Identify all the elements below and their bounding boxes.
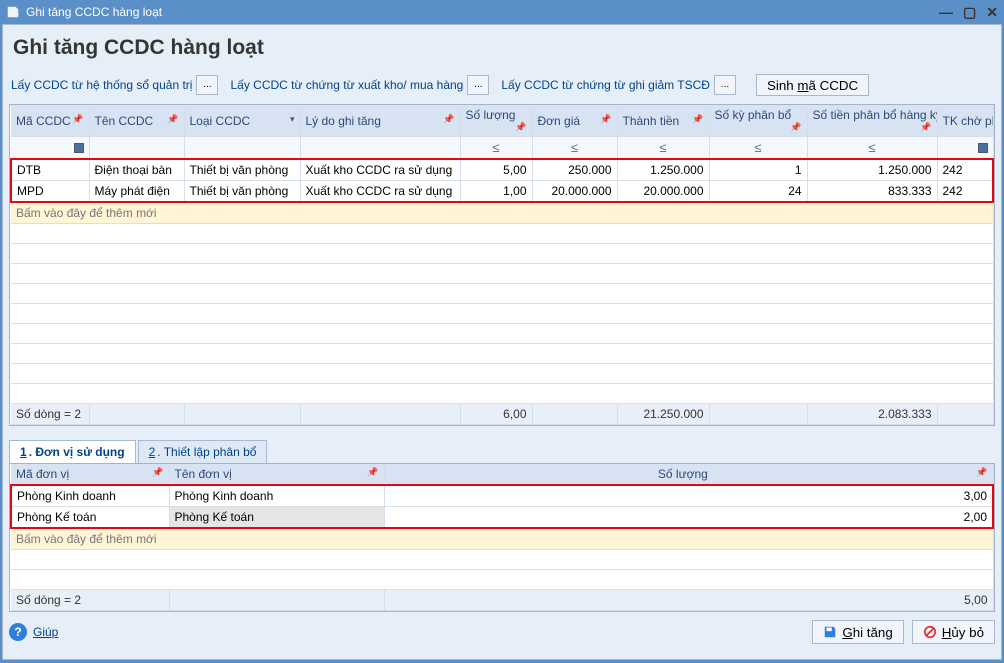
col-unit-qty[interactable]: Số lượng📌	[384, 464, 993, 485]
detail-highlight: Phòng Kinh doanhPhòng Kinh doanh3,00 Phò…	[11, 485, 993, 528]
col-qty[interactable]: Số lượng📌	[460, 105, 532, 137]
col-unit-name[interactable]: Tên đơn vị📌	[169, 464, 384, 485]
col-code[interactable]: Mã CCDC📌	[11, 105, 89, 137]
tab-allocation[interactable]: 2. Thiết lập phân bổ	[138, 440, 268, 463]
save-button[interactable]: Ghi tăng	[812, 620, 903, 644]
minimize-button[interactable]: —	[939, 4, 953, 21]
save-icon	[823, 625, 837, 639]
detail-grid: Mã đơn vị📌 Tên đơn vị📌 Số lượng📌 Phòng K…	[9, 463, 995, 612]
col-periods[interactable]: Số kỳ phân bổ📌	[709, 105, 807, 137]
maximize-button[interactable]: ▢	[963, 4, 976, 21]
summary-row: Số dòng = 25,00	[11, 590, 993, 611]
summary-row: Số dòng = 2 6,0021.250.000 2.083.333	[11, 404, 993, 425]
col-name[interactable]: Tên CCDC📌	[89, 105, 184, 137]
cancel-button[interactable]: Hủy bỏ	[912, 620, 995, 644]
page-title: Ghi tăng CCDC hàng loạt	[9, 30, 995, 74]
new-row[interactable]: Bấm vào đây để thêm mới	[11, 528, 993, 550]
help-link[interactable]: Giúp	[33, 625, 58, 639]
col-amount[interactable]: Thành tiền📌	[617, 105, 709, 137]
header-row: Mã CCDC📌 Tên CCDC📌 Loại CCDC▾ Lý do ghi …	[11, 105, 993, 137]
table-row[interactable]: DTBĐiện thoại bànThiết bị văn phòngXuất …	[11, 159, 993, 181]
link-from-voucher[interactable]: Lấy CCDC từ chứng từ xuất kho/ mua hàng	[230, 78, 463, 92]
filter-check-icon[interactable]	[74, 143, 84, 153]
table-row[interactable]: Phòng Kế toánPhòng Kế toán2,00	[11, 507, 993, 529]
link-from-decrease[interactable]: Lấy CCDC từ chứng từ ghi giảm TSCĐ	[501, 78, 710, 92]
tab-units[interactable]: 1. Đơn vị sử dụng	[9, 440, 136, 463]
browse-button-3[interactable]: ...	[714, 75, 736, 95]
data-region-highlight: DTBĐiện thoại bànThiết bị văn phòngXuất …	[11, 159, 993, 202]
browse-button-2[interactable]: ...	[467, 75, 489, 95]
main-grid: Mã CCDC📌 Tên CCDC📌 Loại CCDC▾ Lý do ghi …	[9, 104, 995, 426]
col-acct[interactable]: TK chờ phân bổ	[937, 105, 993, 137]
col-alloc[interactable]: Số tiền phân bổ hàng kỳ📌	[807, 105, 937, 137]
new-row[interactable]: Bấm vào đây để thêm mới	[11, 202, 993, 224]
col-price[interactable]: Đơn giá📌	[532, 105, 617, 137]
col-type[interactable]: Loại CCDC▾	[184, 105, 300, 137]
cancel-icon	[923, 625, 937, 639]
titlebar: Ghi tăng CCDC hàng loạt — ▢ ✕	[0, 0, 1004, 24]
generate-code-button[interactable]: Sinh mã CCDC	[756, 74, 869, 96]
col-unit-code[interactable]: Mã đơn vị📌	[11, 464, 169, 485]
browse-button-1[interactable]: ...	[196, 75, 218, 95]
filter-row[interactable]: ≤ ≤ ≤ ≤ ≤	[11, 137, 993, 160]
col-reason[interactable]: Lý do ghi tăng📌	[300, 105, 460, 137]
app-icon	[6, 5, 20, 19]
link-from-system[interactable]: Lấy CCDC từ hệ thống sổ quản trị	[11, 78, 192, 92]
filter-check-icon[interactable]	[978, 143, 988, 153]
table-row[interactable]: MPDMáy phát điệnThiết bị văn phòngXuất k…	[11, 181, 993, 203]
window-title: Ghi tăng CCDC hàng loạt	[26, 5, 939, 19]
table-row[interactable]: Phòng Kinh doanhPhòng Kinh doanh3,00	[11, 485, 993, 507]
help-icon[interactable]: ?	[9, 623, 27, 641]
header-row: Mã đơn vị📌 Tên đơn vị📌 Số lượng📌	[11, 464, 993, 485]
close-button[interactable]: ✕	[986, 4, 998, 21]
